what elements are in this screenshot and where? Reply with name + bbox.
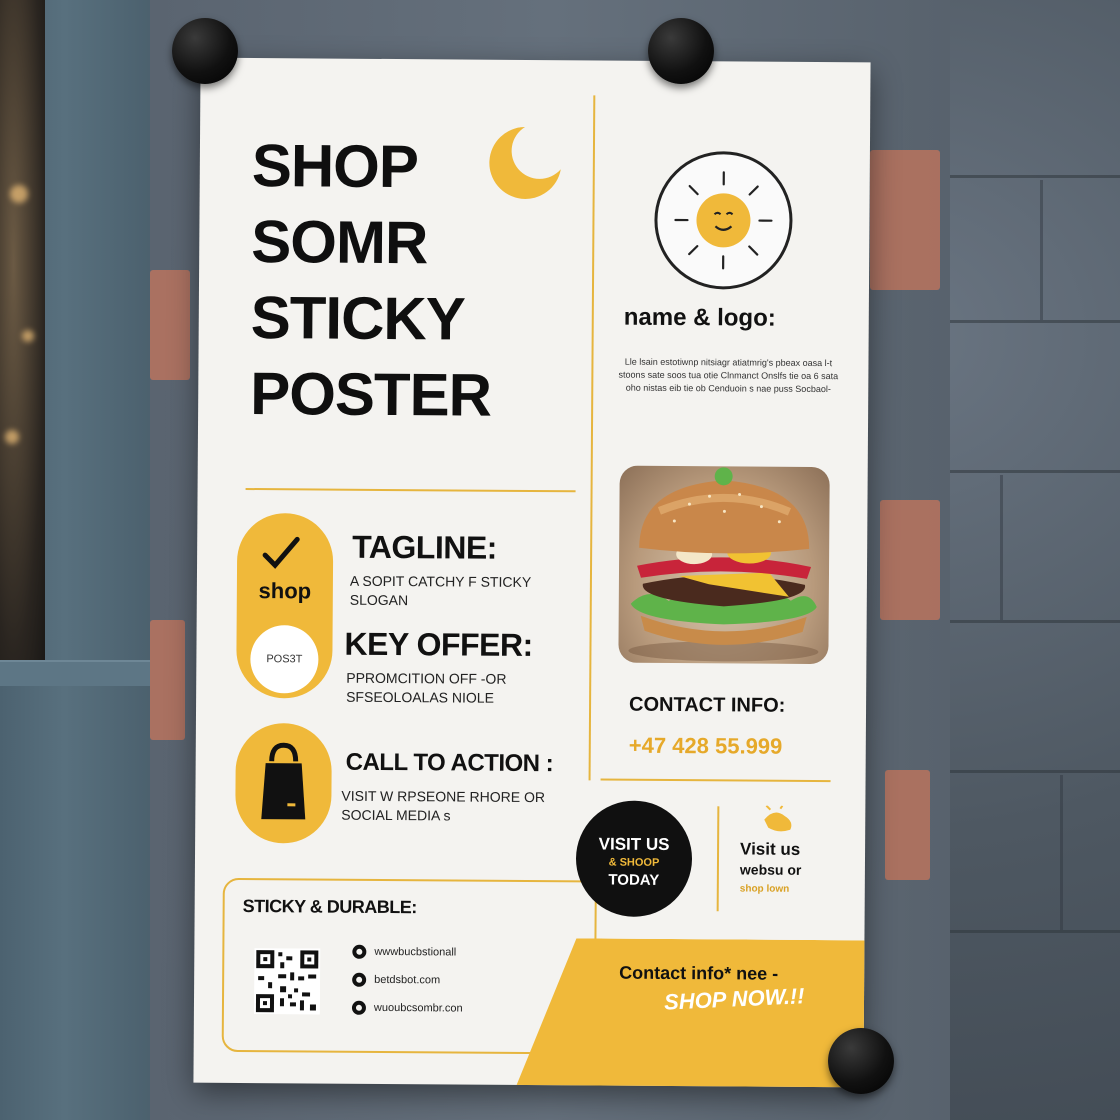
window-sill (0, 660, 160, 686)
section-divider (600, 778, 831, 783)
social-item[interactable]: betdsbot.com (352, 972, 441, 988)
magnet-pin (648, 18, 714, 84)
magnet-pin (828, 1028, 894, 1094)
visit-line: TODAY (608, 871, 660, 889)
tagline-heading: TAGLINE: (352, 528, 498, 566)
social-dot-icon (352, 972, 367, 987)
social-text: betdsbot.com (374, 973, 441, 987)
shopping-bag-icon (261, 742, 306, 820)
splash-icon (764, 805, 792, 832)
social-text: wwwbucbstionall (374, 945, 457, 959)
key-offer-heading: KEY OFFER: (344, 625, 533, 664)
exposed-brick (870, 150, 940, 290)
exposed-brick (880, 500, 940, 620)
logo-circle (653, 150, 793, 290)
name-logo-heading: name & logo: (623, 303, 776, 332)
exposed-brick (150, 620, 185, 740)
window-glass (0, 0, 45, 660)
contact-now-text: Contact info* nee - (619, 962, 779, 984)
magnet-pin (172, 18, 238, 84)
social-item[interactable]: wwwbucbstionall (352, 944, 457, 960)
social-item[interactable]: wuoubcsombr.con (351, 1000, 463, 1016)
brick-line (1000, 475, 1003, 620)
contact-heading: CONTACT INFO: (629, 693, 786, 717)
sun-face-icon (674, 171, 773, 270)
pill-badge: POS3T (250, 625, 319, 694)
brick-line (1060, 775, 1063, 930)
visit-web-line: shop lown (739, 883, 790, 895)
visit-website-text: Visit us websu or shop lown (740, 839, 802, 899)
headline-line: SOMR (251, 208, 428, 277)
poster: SHOP SOMR STICKY POSTER shop POS3T TAGLI… (193, 57, 871, 1088)
sticky-heading: STICKY & DURABLE: (242, 895, 417, 918)
brick-line (1040, 180, 1043, 320)
visit-web-line: Visit us (740, 839, 801, 859)
exposed-brick (150, 270, 190, 380)
bokeh-light (5, 430, 19, 444)
column-divider (716, 806, 720, 912)
brick-line (930, 175, 1120, 178)
visit-line: & SHOOP (608, 856, 660, 869)
social-text: wuoubcsombr.con (373, 1001, 463, 1015)
visit-us-badge[interactable]: VISIT US & SHOOP TODAY (575, 800, 693, 918)
tagline-body: A SOPIT CATCHY F STICKY SLOGAN (349, 572, 532, 609)
visit-line: VISIT US (598, 834, 670, 854)
key-offer-body: PPROMCITION OFF -OR SFSEOLOALAS NIOLE (346, 669, 507, 706)
headline-line: POSTER (250, 360, 492, 429)
moon-icon (489, 126, 561, 199)
exposed-brick (885, 770, 930, 880)
phone-number[interactable]: +47 428 55.999 (629, 733, 783, 760)
brick-line (930, 620, 1120, 623)
cta-body: VISIT W RPSEONE RHORE OR SOCIAL MEDIA s (341, 787, 546, 824)
social-dot-icon (352, 944, 367, 959)
brick-line (930, 470, 1120, 473)
burger-image (628, 467, 819, 662)
fine-print: Lle lsain estotiwnp nitsiagr atiatmrig's… (618, 356, 839, 395)
burger-photo (618, 465, 830, 665)
pill-label: shop (258, 578, 312, 604)
brick-line (930, 930, 1120, 933)
bag-badge (235, 722, 332, 844)
bokeh-light (22, 330, 34, 342)
shop-pill: shop POS3T (236, 512, 334, 699)
checkmark-icon (262, 536, 300, 569)
bokeh-light (10, 185, 28, 203)
qr-code-icon (253, 948, 321, 1015)
brick-line (930, 770, 1120, 773)
brick-line (930, 320, 1120, 323)
social-dot-icon (351, 1000, 367, 1015)
section-divider (245, 487, 576, 493)
visit-web-line: websu or (739, 861, 802, 878)
headline-line: STICKY (250, 284, 466, 353)
cta-heading: CALL TO ACTION : (345, 748, 554, 778)
